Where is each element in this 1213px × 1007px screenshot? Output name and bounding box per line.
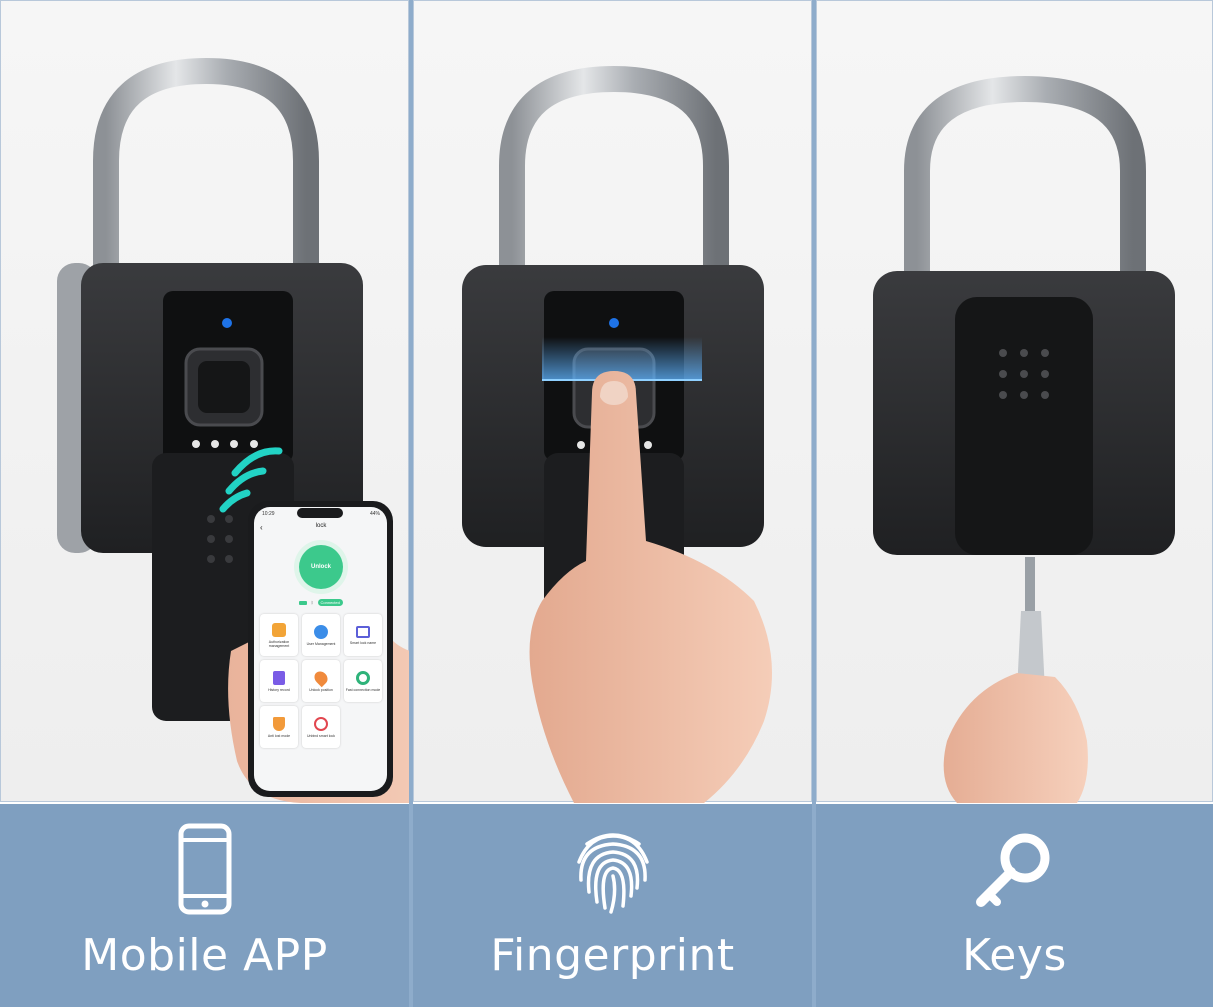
status-badge: Connected <box>317 599 343 606</box>
photo-keys <box>816 0 1213 803</box>
history-icon <box>273 670 285 685</box>
battery-icon <box>299 600 308 605</box>
shield-icon <box>273 716 285 731</box>
photo-fingerprint <box>413 0 812 803</box>
tile-authorization[interactable]: Authorization management <box>260 614 298 656</box>
phone-battery: 44% <box>369 511 380 517</box>
label-bar-keys: Keys <box>816 804 1213 1007</box>
lock-name-icon <box>356 625 370 638</box>
phone-screen: 10:29 44% ‹ lock Unlock ᛒ Connected Auth… <box>256 509 386 789</box>
unlock-label: Unlock <box>310 564 331 570</box>
shackle <box>904 75 1146 283</box>
shackle <box>93 57 319 281</box>
tile-anti-lost[interactable]: Anti lost mode <box>260 706 298 748</box>
bluetooth-icon: ᛒ <box>311 600 314 605</box>
tile-label: Fast connection mode <box>345 687 381 692</box>
key-icon <box>975 833 1049 907</box>
photo-mobile-app: 10:29 44% ‹ lock Unlock ᛒ Connected Auth… <box>0 0 409 803</box>
tile-label: Authorization management <box>268 639 290 648</box>
tile-fast-connection[interactable]: Fast connection mode <box>344 660 382 702</box>
sensor-pad <box>198 361 250 413</box>
authorization-icon <box>272 622 286 637</box>
label-keys: Keys <box>962 930 1067 981</box>
tile-user-management[interactable]: User Management <box>302 614 340 656</box>
key <box>1017 557 1045 691</box>
shackle <box>499 65 729 276</box>
fingernail <box>600 381 628 405</box>
panel-keys: Keys <box>816 0 1213 1007</box>
hand <box>943 673 1088 803</box>
unbind-icon <box>314 716 328 731</box>
user-management-icon <box>314 624 328 639</box>
tile-grid: Authorization management User Management… <box>260 614 382 748</box>
indicator-led <box>609 318 619 328</box>
tile-label: History record <box>268 687 290 692</box>
location-pin-icon <box>311 668 331 687</box>
padlock-with-key-illustration <box>873 75 1175 803</box>
screen-title: lock <box>315 523 327 529</box>
tile-label: Smart lock name <box>349 640 377 645</box>
back-button[interactable]: ‹ <box>260 523 263 532</box>
label-fingerprint: Fingerprint <box>490 930 735 981</box>
label-mobile-app: Mobile APP <box>81 930 328 981</box>
front-cover <box>955 297 1093 555</box>
tile-lock-name[interactable]: Smart lock name <box>344 614 382 656</box>
tile-label: Anti lost mode <box>267 733 291 738</box>
tile-unbind[interactable]: Unbind smart lock <box>302 706 340 748</box>
smartphone-icon <box>178 823 231 915</box>
panel-mobile-app: 10:29 44% ‹ lock Unlock ᛒ Connected Auth… <box>0 0 409 1007</box>
share-icon <box>356 670 370 685</box>
indicator-led <box>222 318 232 328</box>
label-bar-fingerprint: Fingerprint <box>413 804 812 1007</box>
unlock-button[interactable]: Unlock <box>299 545 343 589</box>
padlock-with-finger-illustration <box>462 65 772 803</box>
tile-label: Unlock position <box>309 687 333 692</box>
product-image: 10:29 44% ‹ lock Unlock ᛒ Connected Auth… <box>0 0 1213 1007</box>
tile-history[interactable]: History record <box>260 660 298 702</box>
fingerprint-icon <box>576 833 649 914</box>
phone-time: 10:29 <box>262 511 275 517</box>
tile-unlock-position[interactable]: Unlock position <box>302 660 340 702</box>
label-bar-mobile-app: Mobile APP <box>0 804 409 1007</box>
tile-label: Unbind smart lock <box>306 733 335 738</box>
tile-label: User Management <box>306 641 336 646</box>
panel-fingerprint: Fingerprint <box>413 0 812 1007</box>
